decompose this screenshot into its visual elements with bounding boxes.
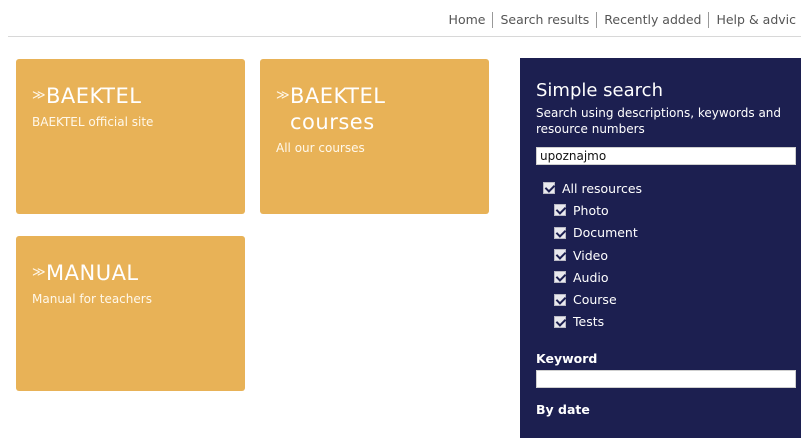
nav-divider (8, 36, 801, 37)
resource-type-checklist: All resources Photo Document Video Audio… (536, 177, 801, 333)
search-input[interactable] (536, 147, 796, 165)
tile-title-text: MANUAL (46, 261, 139, 285)
tile-baektel-courses[interactable]: ≫ BAEKTEL courses All our courses (260, 59, 489, 214)
checkbox-label: All resources (562, 180, 643, 196)
checkbox-course[interactable]: Course (536, 288, 801, 310)
checkbox-checked-icon[interactable] (554, 271, 566, 284)
checkbox-label: Course (573, 292, 617, 308)
tile-title-text: BAEKTEL (46, 84, 142, 108)
checkbox-label: Photo (573, 202, 609, 218)
tile-subtitle: Manual for teachers (32, 292, 152, 306)
tile-manual[interactable]: ≫ MANUAL Manual for teachers (16, 236, 245, 391)
nav-recently-added-link[interactable]: Recently added (596, 12, 708, 28)
tile-title: ≫ MANUAL (32, 260, 229, 286)
tile-title: ≫ BAEKTEL courses (276, 83, 473, 135)
checkbox-checked-icon[interactable] (543, 182, 555, 195)
simple-search-panel: Simple search Search using descriptions,… (520, 58, 801, 438)
checkbox-checked-icon[interactable] (554, 204, 566, 217)
tile-title-line1: BAEKTEL (290, 84, 386, 108)
checkbox-audio[interactable]: Audio (536, 266, 801, 288)
checkbox-all-resources[interactable]: All resources (536, 177, 801, 199)
checkbox-checked-icon[interactable] (554, 249, 566, 262)
checkbox-tests[interactable]: Tests (536, 311, 801, 333)
checkbox-video[interactable]: Video (536, 244, 801, 266)
checkbox-checked-icon[interactable] (554, 293, 566, 306)
checkbox-label: Audio (573, 269, 609, 285)
nav-help-advice-link[interactable]: Help & advic (708, 12, 801, 28)
tile-title-line2: courses (290, 110, 375, 134)
search-description: Search using descriptions, keywords and … (536, 106, 782, 136)
nav-search-results-link[interactable]: Search results (492, 12, 596, 28)
arrow-right-icon: ≫ (276, 88, 291, 103)
checkbox-label: Tests (573, 314, 605, 330)
keyword-label: Keyword (536, 351, 598, 367)
keyword-input[interactable] (536, 370, 796, 389)
tile-title-text-wrap: BAEKTEL courses (290, 83, 385, 135)
checkbox-photo[interactable]: Photo (536, 199, 801, 221)
search-title: Simple search (536, 80, 663, 101)
top-navigation: Home Search results Recently added Help … (442, 12, 801, 28)
checkbox-checked-icon[interactable] (554, 315, 566, 328)
arrow-right-icon: ≫ (32, 265, 47, 280)
by-date-label: By date (536, 402, 590, 418)
checkbox-label: Document (573, 225, 638, 241)
checkbox-document[interactable]: Document (536, 222, 801, 244)
tile-title: ≫ BAEKTEL (32, 83, 229, 109)
tile-subtitle: BAEKTEL official site (32, 115, 154, 129)
tile-baektel[interactable]: ≫ BAEKTEL BAEKTEL official site (16, 59, 245, 214)
checkbox-label: Video (573, 247, 609, 263)
tile-subtitle: All our courses (276, 141, 365, 155)
checkbox-checked-icon[interactable] (554, 226, 566, 239)
arrow-right-icon: ≫ (32, 88, 47, 103)
nav-home-link[interactable]: Home (442, 12, 493, 28)
